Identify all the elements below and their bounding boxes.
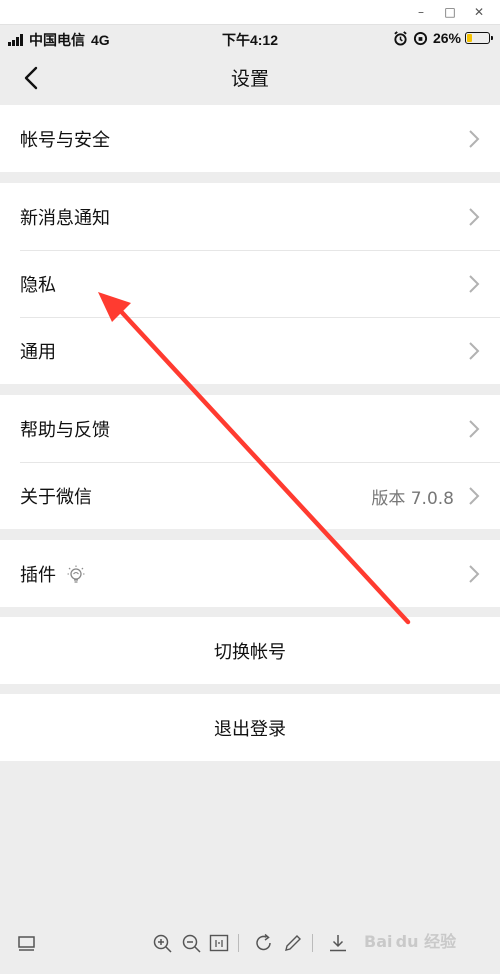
zoom-in-icon[interactable] bbox=[151, 932, 173, 954]
edit-icon[interactable] bbox=[282, 932, 304, 954]
toolbar-divider bbox=[312, 934, 313, 952]
rotate-icon[interactable] bbox=[253, 932, 275, 954]
download-icon[interactable] bbox=[327, 932, 349, 954]
baidu-watermark: Bai du 经验 bbox=[364, 932, 457, 951]
red-arrow-annotation bbox=[98, 292, 411, 625]
actual-size-icon[interactable] bbox=[208, 932, 230, 954]
zoom-out-icon[interactable] bbox=[180, 932, 202, 954]
toolbar-divider bbox=[238, 934, 239, 952]
thumbnail-icon[interactable] bbox=[16, 932, 38, 954]
